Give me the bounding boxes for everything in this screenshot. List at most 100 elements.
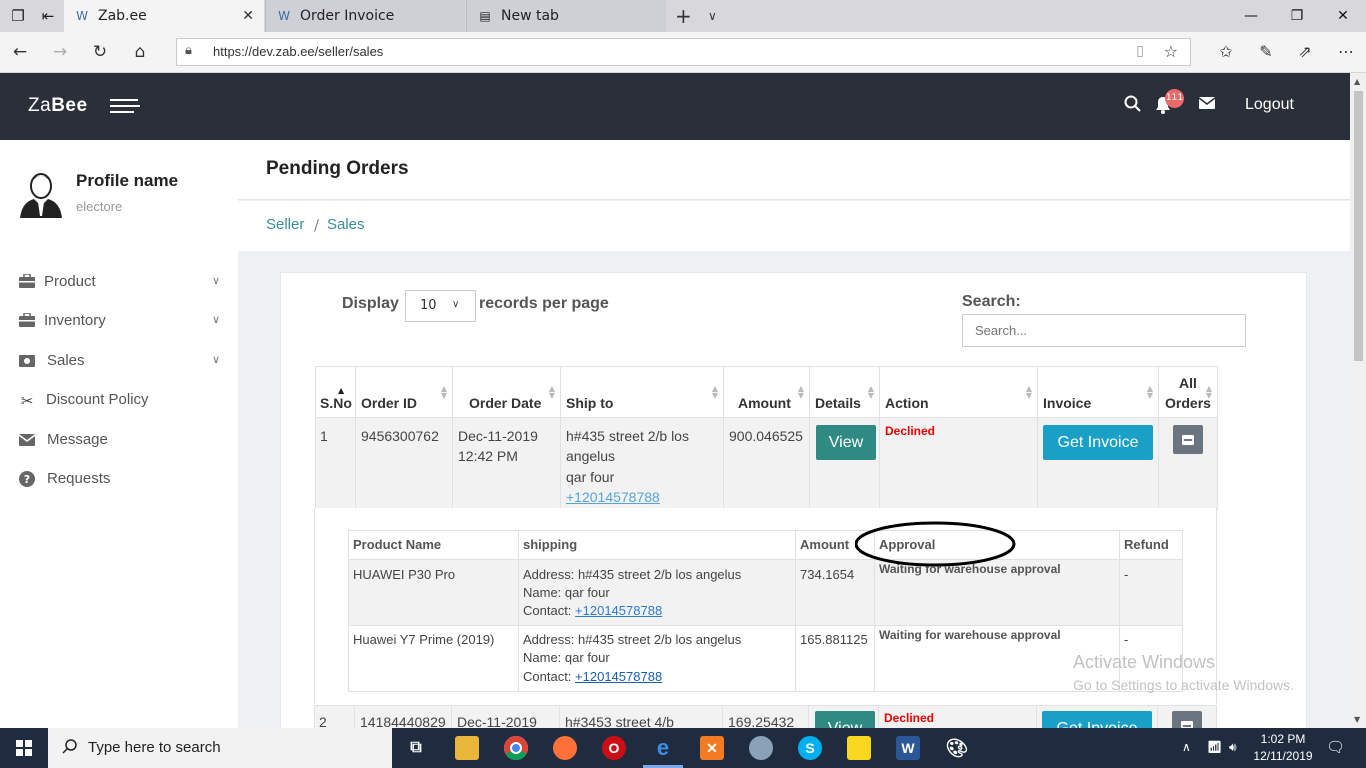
column-header-order-id[interactable]: Order ID ▲ ▼	[355, 366, 453, 418]
sidebar-item-requests[interactable]: ? Requests	[0, 465, 238, 495]
new-tab-plus-icon[interactable]: +	[675, 4, 695, 28]
page-size-select[interactable]: 10 ∨	[405, 290, 476, 322]
tab-zabee[interactable]: W Zab.ee ✕	[64, 0, 264, 32]
skype-icon[interactable]: S	[798, 736, 822, 760]
column-header-action[interactable]: Action ▲ ▼	[879, 366, 1038, 418]
sort-icon: ▲ ▼	[548, 384, 555, 400]
task-view-icon[interactable]: ⧉	[404, 736, 428, 760]
edge-icon[interactable]: e	[651, 736, 675, 760]
breadcrumb-seller[interactable]: Seller	[266, 216, 304, 233]
favorites-list-icon[interactable]: ✩	[1214, 40, 1238, 64]
table-cell-invoice: Get Invoice	[1036, 705, 1158, 728]
phone-link[interactable]: +12014578788	[575, 603, 662, 618]
chrome-icon[interactable]	[504, 736, 528, 761]
sort-icon: ▲ ▼	[1146, 384, 1153, 400]
share-icon[interactable]: ⇗	[1293, 40, 1317, 64]
sort-icon: ▲ ▼	[1205, 384, 1212, 400]
phone-link[interactable]: +12014578788	[575, 669, 662, 684]
xampp-icon[interactable]: ✕	[700, 736, 724, 760]
firefox-icon[interactable]	[553, 736, 577, 760]
scroll-up-icon[interactable]: ▲	[1354, 77, 1360, 86]
file-explorer-icon[interactable]	[455, 736, 479, 760]
reading-view-icon[interactable]: ▯	[1136, 43, 1144, 59]
tab-title: Order Invoice	[300, 8, 395, 24]
refresh-icon[interactable]: ↻	[88, 40, 112, 64]
tab-order-invoice[interactable]: W Order Invoice	[265, 0, 465, 32]
column-header-all-orders[interactable]: All Orders ▲ ▼	[1158, 366, 1218, 418]
tab-new-tab[interactable]: ▤ New tab	[466, 0, 666, 32]
table-cell-action: Declined	[878, 705, 1037, 728]
search-input[interactable]	[962, 314, 1246, 347]
sidebar-item-inventory[interactable]: Inventory ∨	[0, 307, 238, 337]
collapse-row-button[interactable]	[1172, 711, 1202, 728]
url-field[interactable]: 🔒︎ https://dev.zab.ee/seller/sales ▯ ☆	[176, 38, 1191, 66]
word-icon[interactable]: W	[896, 736, 920, 760]
forward-arrow-icon[interactable]: →	[48, 40, 72, 64]
restore-window-icon[interactable]: ❐	[1274, 0, 1320, 32]
sidebar-item-label: Sales	[47, 352, 85, 369]
back-arrow-icon[interactable]: ←	[8, 40, 32, 64]
scroll-down-icon[interactable]: ▼	[1354, 715, 1360, 724]
tab-actions-icon[interactable]: ❐	[8, 6, 28, 26]
clock-time[interactable]: 1:02 PM	[1260, 732, 1306, 746]
phone-link[interactable]: +12014578788	[566, 487, 660, 507]
zabee-logo[interactable]: ZaBee	[28, 95, 88, 117]
activate-windows-watermark: Activate Windows	[1073, 652, 1216, 672]
product-cell-refund: -	[1119, 559, 1183, 626]
close-window-icon[interactable]: ✕	[1320, 0, 1366, 32]
action-center-icon[interactable]: 🗨︎	[1326, 738, 1345, 756]
collapse-row-button[interactable]	[1173, 425, 1203, 454]
view-button[interactable]: View	[815, 711, 875, 728]
breadcrumb-sales[interactable]: Sales	[327, 216, 365, 233]
logout-link[interactable]: Logout	[1245, 96, 1294, 114]
table-cell-invoice: Get Invoice	[1037, 417, 1159, 510]
sidebar-item-discount-policy[interactable]: ✂ Discount Policy	[0, 386, 238, 416]
close-tab-icon[interactable]: ✕	[242, 0, 254, 32]
sidebar-item-product[interactable]: Product ∨	[0, 268, 238, 298]
sticky-notes-icon[interactable]	[847, 736, 871, 760]
windows-taskbar: Type here to search ⧉ O e ✕ S W 🎨︎ ∧ 📶︎ …	[0, 728, 1366, 768]
column-header-ship-to[interactable]: Ship to ▲ ▼	[560, 366, 724, 418]
more-menu-icon[interactable]: ⋯	[1334, 40, 1358, 64]
volume-icon[interactable]: 🔊︎	[1229, 740, 1237, 755]
get-invoice-button[interactable]: Get Invoice	[1043, 425, 1153, 460]
status-badge: Declined	[885, 424, 936, 438]
get-invoice-button[interactable]: Get Invoice	[1042, 711, 1152, 728]
sidebar-item-label: Message	[47, 431, 108, 448]
sort-icon: ▲ ▼	[867, 384, 874, 400]
paint-icon[interactable]: 🎨︎	[945, 736, 969, 760]
show-hidden-icons-icon[interactable]: ∧	[1182, 740, 1191, 754]
taskbar-search-box[interactable]: Type here to search	[48, 728, 392, 768]
table-cell-order-id: 14184440829	[354, 705, 452, 728]
page-scrollbar[interactable]: ▲ ▼	[1350, 73, 1366, 728]
set-tabs-aside-icon[interactable]: ⇤	[38, 6, 58, 26]
minimize-window-icon[interactable]: —	[1228, 0, 1274, 32]
search-icon[interactable]	[1122, 95, 1144, 118]
column-header-invoice[interactable]: Invoice ▲ ▼	[1037, 366, 1159, 418]
clock-date[interactable]: 12/11/2019	[1250, 749, 1316, 763]
start-button[interactable]	[0, 728, 48, 768]
network-icon[interactable]: 📶︎	[1207, 740, 1222, 754]
envelope-icon[interactable]	[1196, 95, 1218, 115]
home-icon[interactable]: ⌂	[128, 40, 152, 64]
tab-list-chevron-icon[interactable]: ∨	[708, 4, 728, 28]
money-icon	[18, 353, 36, 371]
table-cell-sno: 1	[315, 417, 356, 510]
sidebar-item-label: Product	[44, 273, 96, 290]
column-header-amount[interactable]: Amount ▲ ▼	[723, 366, 810, 418]
column-header-order-date[interactable]: Order Date ▲ ▼	[452, 366, 561, 418]
question-icon: ?	[18, 471, 36, 491]
sidebar-item-sales[interactable]: Sales ∨	[0, 347, 238, 377]
opera-icon[interactable]: O	[602, 736, 626, 760]
column-header-details[interactable]: Details ▲ ▼	[809, 366, 880, 418]
minus-square-icon	[1182, 435, 1194, 445]
web-app-icon[interactable]	[749, 736, 773, 760]
pen-notes-icon[interactable]: ✎	[1254, 40, 1278, 64]
view-button[interactable]: View	[816, 425, 876, 460]
sidebar-toggle-icon[interactable]	[106, 97, 140, 115]
sidebar-item-label: Discount Policy	[46, 391, 149, 408]
sidebar-item-message[interactable]: Message	[0, 426, 238, 456]
scrollbar-thumb[interactable]	[1354, 91, 1363, 361]
column-header-sno[interactable]: S.No ▲	[315, 366, 356, 418]
favorite-star-icon[interactable]: ☆	[1164, 42, 1178, 61]
